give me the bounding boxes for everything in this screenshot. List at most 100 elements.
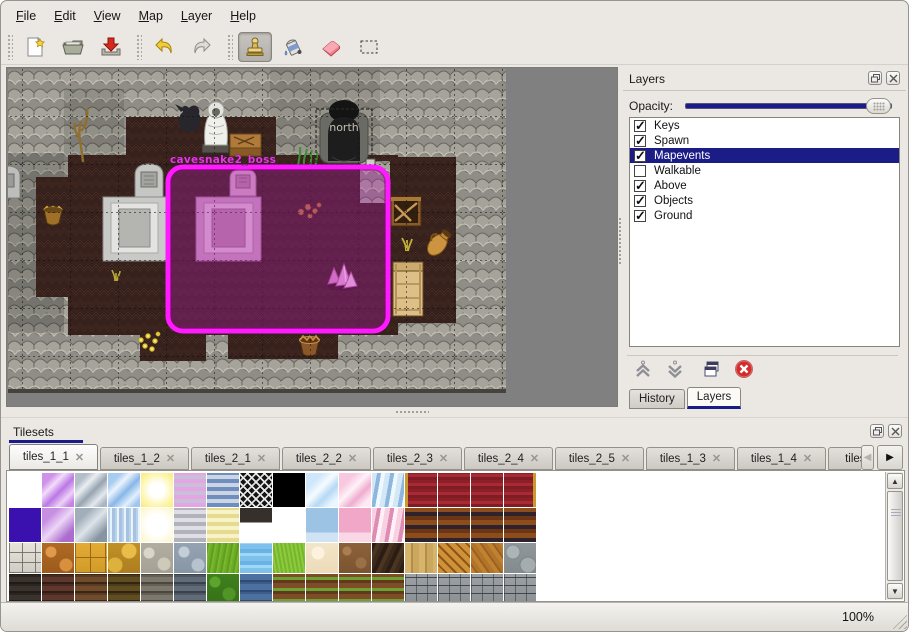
palette-tile[interactable] (438, 574, 470, 602)
palette-tile[interactable] (42, 473, 74, 507)
opacity-slider-handle[interactable] (866, 98, 891, 114)
palette-tile[interactable] (405, 543, 437, 573)
layer-row[interactable]: Mapevents (630, 148, 899, 163)
layer-row[interactable]: Objects (630, 193, 899, 208)
palette-tile[interactable] (273, 508, 305, 542)
palette-tile[interactable] (306, 543, 338, 573)
palette-tile[interactable] (9, 574, 41, 602)
palette-tile[interactable] (306, 574, 338, 602)
palette-tile[interactable] (240, 508, 272, 542)
palette-tile[interactable] (9, 508, 41, 542)
palette-tile[interactable] (504, 574, 536, 602)
palette-tile[interactable] (108, 574, 140, 602)
layer-visibility-checkbox[interactable] (634, 165, 646, 177)
layer-visibility-checkbox[interactable] (634, 150, 646, 162)
layer-visibility-checkbox[interactable] (634, 195, 646, 207)
palette-tile[interactable] (108, 508, 140, 542)
palette-tile[interactable] (504, 508, 536, 542)
palette-tile[interactable] (9, 473, 41, 507)
tileset-tab[interactable]: tiles_2_5 ✕ (555, 447, 644, 470)
palette-tile[interactable] (75, 574, 107, 602)
palette-scrollbar[interactable]: ▲ ▼ (885, 472, 903, 600)
palette-tile[interactable] (405, 508, 437, 542)
tilesets-float-button[interactable] (870, 424, 884, 438)
eraser-tool-button[interactable] (314, 32, 348, 62)
tab-close-icon[interactable]: ✕ (712, 452, 721, 465)
toolbar-grip[interactable] (7, 34, 13, 60)
palette-tile[interactable] (471, 543, 503, 573)
map-canvas[interactable]: north (8, 69, 506, 393)
palette-tile[interactable] (108, 543, 140, 573)
tileset-tab[interactable]: tiles_1_1 ✕ (9, 444, 98, 470)
palette-tile[interactable] (141, 574, 173, 602)
layer-visibility-checkbox[interactable] (634, 135, 646, 147)
palette-tile[interactable] (306, 473, 338, 507)
palette-tile[interactable] (471, 508, 503, 542)
dock-close-button[interactable] (886, 71, 900, 85)
tileset-tab[interactable]: tiles_2_1 ✕ (191, 447, 280, 470)
palette-tile[interactable] (108, 473, 140, 507)
tab-close-icon[interactable]: ✕ (75, 451, 84, 464)
layer-row[interactable]: Ground (630, 208, 899, 223)
palette-tile[interactable] (405, 473, 437, 507)
palette-tile[interactable] (339, 574, 371, 602)
menu-item[interactable]: Layer (172, 6, 221, 26)
layer-visibility-checkbox[interactable] (634, 120, 646, 132)
tabs-scroll-left-button[interactable]: ◀ (861, 445, 874, 470)
palette-tile[interactable] (141, 543, 173, 573)
palette-tile[interactable] (273, 574, 305, 602)
scrollbar-thumb[interactable] (887, 491, 903, 581)
menu-item[interactable]: Edit (45, 6, 85, 26)
undo-button[interactable] (147, 32, 181, 62)
palette-tile[interactable] (240, 574, 272, 602)
scroll-down-button[interactable]: ▼ (887, 583, 903, 599)
tab-close-icon[interactable]: ✕ (166, 452, 175, 465)
menu-item[interactable]: Map (130, 6, 172, 26)
palette-tile[interactable] (405, 574, 437, 602)
palette-tile[interactable] (207, 473, 239, 507)
dock-tab[interactable]: Layers (687, 387, 742, 409)
palette-tile[interactable] (438, 543, 470, 573)
palette-tile[interactable] (42, 543, 74, 573)
palette-tile[interactable] (75, 508, 107, 542)
palette-tile[interactable] (42, 508, 74, 542)
open-button[interactable] (56, 32, 90, 62)
tileset-tab[interactable]: tiles_1_ ✕ (828, 447, 861, 470)
tileset-tab[interactable]: tiles_2_4 ✕ (464, 447, 553, 470)
palette-tile[interactable] (174, 543, 206, 573)
palette-tile[interactable] (504, 543, 536, 573)
palette-tile[interactable] (372, 508, 404, 542)
dock-float-button[interactable] (868, 71, 882, 85)
layer-visibility-checkbox[interactable] (634, 180, 646, 192)
palette-tile[interactable] (174, 574, 206, 602)
rect-select-tool-button[interactable] (352, 32, 386, 62)
palette-tile[interactable] (141, 473, 173, 507)
tab-close-icon[interactable]: ✕ (257, 452, 266, 465)
tabs-scroll-right-button[interactable]: ▶ (877, 445, 903, 470)
tilesets-close-button[interactable] (888, 424, 902, 438)
event-selection[interactable] (168, 167, 388, 331)
window-resize-grip[interactable] (892, 614, 907, 629)
palette-tile[interactable] (207, 508, 239, 542)
menu-item[interactable]: Help (221, 6, 265, 26)
redo-button[interactable] (185, 32, 219, 62)
tab-close-icon[interactable]: ✕ (348, 452, 357, 465)
palette-tile[interactable] (174, 508, 206, 542)
palette-tile[interactable] (372, 473, 404, 507)
tab-close-icon[interactable]: ✕ (621, 452, 630, 465)
palette-tile[interactable] (339, 473, 371, 507)
palette-tile[interactable] (207, 543, 239, 573)
palette-tile[interactable] (372, 574, 404, 602)
palette-tile[interactable] (240, 543, 272, 573)
tab-close-icon[interactable]: ✕ (803, 452, 812, 465)
raise-layer-button[interactable] (630, 357, 656, 381)
palette-tile[interactable] (471, 473, 503, 507)
delete-layer-button[interactable] (731, 357, 757, 381)
palette-tile[interactable] (273, 473, 305, 507)
palette-tile[interactable] (438, 508, 470, 542)
palette-tile[interactable] (471, 574, 503, 602)
tab-close-icon[interactable]: ✕ (439, 452, 448, 465)
fill-tool-button[interactable] (276, 32, 310, 62)
layer-row[interactable]: Walkable (630, 163, 899, 178)
layer-row[interactable]: Keys (630, 118, 899, 133)
